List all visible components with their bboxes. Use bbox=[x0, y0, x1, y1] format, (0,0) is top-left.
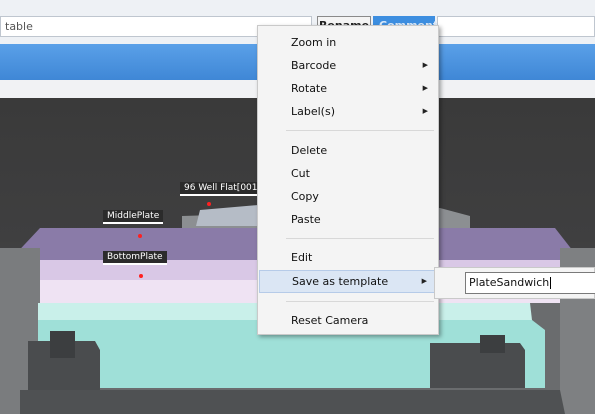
template-name-input[interactable]: PlateSandwich bbox=[465, 272, 595, 294]
menu-item-label: Paste bbox=[291, 213, 321, 226]
submenu-arrow-icon: ▶ bbox=[422, 84, 428, 92]
bottom-plate-label: BottomPlate bbox=[103, 251, 167, 265]
menu-separator bbox=[286, 130, 434, 131]
bottom-plate-anchor bbox=[139, 274, 143, 278]
menu-item-label: Cut bbox=[291, 167, 310, 180]
comment-field[interactable] bbox=[437, 16, 595, 37]
text-caret bbox=[550, 277, 552, 289]
right-foot bbox=[430, 343, 525, 388]
menu-item-label: Edit bbox=[291, 251, 313, 264]
menu-item-label: Label(s) bbox=[291, 105, 335, 118]
menu-item-copy[interactable]: Copy bbox=[259, 185, 436, 208]
save-template-submenu: PlateSandwich bbox=[434, 267, 595, 299]
menu-item-labels[interactable]: Label(s) ▶ bbox=[259, 100, 436, 123]
menu-item-rotate[interactable]: Rotate ▶ bbox=[259, 77, 436, 100]
menu-item-reset-camera[interactable]: Reset Camera bbox=[259, 309, 436, 332]
menu-item-paste[interactable]: Paste bbox=[259, 208, 436, 231]
menu-item-barcode[interactable]: Barcode ▶ bbox=[259, 54, 436, 77]
submenu-arrow-icon: ▶ bbox=[422, 107, 428, 115]
bottom-frame bbox=[20, 390, 565, 414]
left-foot-top bbox=[50, 331, 75, 358]
context-menu: Zoom in Barcode ▶ Rotate ▶ Label(s) ▶ Delet… bbox=[257, 25, 439, 335]
template-name-value: PlateSandwich bbox=[469, 276, 550, 289]
menu-item-label: Copy bbox=[291, 190, 319, 203]
menu-separator bbox=[286, 238, 434, 239]
menu-item-label: Barcode bbox=[291, 59, 337, 72]
menu-separator bbox=[286, 301, 434, 302]
menu-item-cut[interactable]: Cut bbox=[259, 162, 436, 185]
menu-item-save-as-template[interactable]: Save as template ▶ bbox=[259, 270, 436, 293]
menu-item-label: Delete bbox=[291, 144, 328, 157]
submenu-arrow-icon: ▶ bbox=[422, 61, 428, 69]
top-plate-anchor bbox=[207, 202, 211, 206]
top-plate-label: 96 Well Flat[001 bbox=[180, 182, 262, 196]
menu-item-label: Rotate bbox=[291, 82, 328, 95]
menu-item-label: Save as template bbox=[292, 275, 389, 288]
menu-item-label: Reset Camera bbox=[291, 314, 369, 327]
menu-item-delete[interactable]: Delete bbox=[259, 139, 436, 162]
right-foot-top bbox=[480, 335, 505, 353]
menu-item-edit[interactable]: Edit bbox=[259, 246, 436, 269]
middle-plate-anchor bbox=[138, 234, 142, 238]
middle-plate-label: MiddlePlate bbox=[103, 210, 164, 224]
menu-item-zoom-in[interactable]: Zoom in bbox=[259, 31, 436, 54]
menu-item-label: Zoom in bbox=[291, 36, 337, 49]
submenu-arrow-icon: ▶ bbox=[421, 277, 427, 285]
